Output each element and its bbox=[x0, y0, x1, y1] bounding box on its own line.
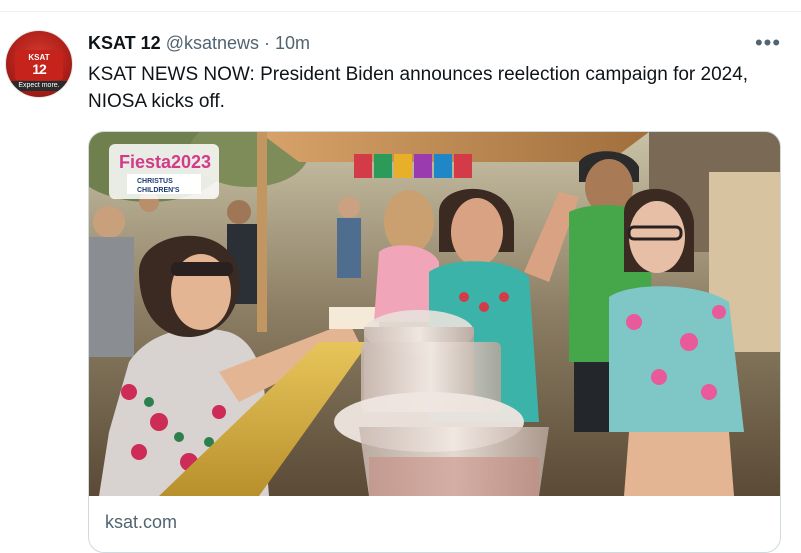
avatar-tagline: Expect more. bbox=[10, 81, 68, 91]
banner-title: Fiesta2023 bbox=[119, 152, 211, 172]
author-name[interactable]: KSAT 12 bbox=[88, 33, 161, 54]
card-image-illustration: Fiesta2023 CHRISTUS CHILDREN'S bbox=[89, 132, 780, 496]
card-image[interactable]: Fiesta2023 CHRISTUS CHILDREN'S bbox=[89, 132, 780, 496]
banner-sponsor-2: CHILDREN'S bbox=[137, 187, 180, 194]
top-divider bbox=[0, 11, 801, 12]
card-domain[interactable]: ksat.com bbox=[105, 512, 177, 533]
tweet-text: KSAT NEWS NOW: President Biden announces… bbox=[88, 64, 749, 112]
header-separator: · bbox=[264, 32, 270, 53]
avatar-badge-number: 12 bbox=[32, 61, 47, 77]
banner-sponsor-1: CHRISTUS bbox=[137, 178, 173, 185]
avatar[interactable]: KSAT 12 Expect more. bbox=[5, 30, 73, 98]
tweet-header: KSAT 12 @ksatnews · 10m bbox=[88, 30, 310, 56]
author-handle[interactable]: @ksatnews bbox=[166, 33, 259, 54]
link-card[interactable]: Fiesta2023 CHRISTUS CHILDREN'S ksat.com bbox=[88, 131, 781, 553]
more-options-icon[interactable]: ••• bbox=[753, 30, 783, 56]
tweet-timestamp[interactable]: 10m bbox=[275, 33, 310, 54]
avatar-badge: KSAT 12 bbox=[15, 50, 63, 80]
